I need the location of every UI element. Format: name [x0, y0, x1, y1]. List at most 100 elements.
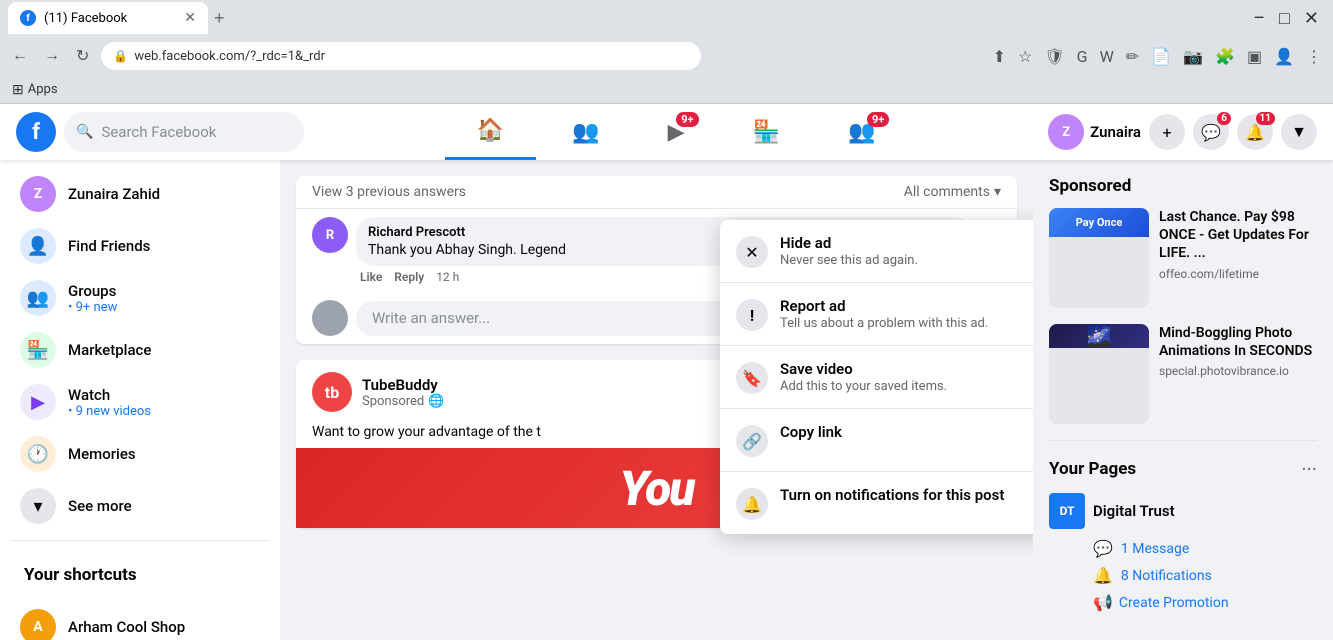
bookmark-icon[interactable]: ☆ [1015, 44, 1035, 69]
menu-icon[interactable]: ⋮ [1303, 44, 1325, 69]
fb-main: Z Zunaira Zahid 👤 Find Friends 👥 Groups … [0, 160, 1333, 640]
forward-button[interactable]: → [40, 43, 64, 69]
sidebar-item-groups[interactable]: 👥 Groups • 9+ new [8, 272, 272, 324]
sidebar-item-find-friends[interactable]: 👤 Find Friends [8, 220, 272, 272]
memories-sidebar-icon: 🕐 [20, 436, 56, 472]
groups-sublabel: • 9+ new [68, 300, 117, 315]
create-promotion-button[interactable]: 📢 Create Promotion [1049, 589, 1317, 616]
page-name-row[interactable]: DT Digital Trust [1049, 493, 1317, 529]
nav-groups[interactable]: 👥 9+ [816, 104, 907, 160]
friends-icon: 👥 [572, 120, 599, 145]
profile-icon[interactable]: 👤 [1271, 44, 1297, 69]
messenger-icon: 💬 [1201, 123, 1221, 142]
fb-nav: 🏠 👥 ▶ 9+ 🏪 👥 9+ [445, 104, 908, 160]
report-ad-icon: ! [736, 299, 768, 331]
address-bar[interactable]: 🔒 web.facebook.com/?_rdc=1&_rdr [101, 42, 701, 70]
reply-action[interactable]: Reply [394, 270, 424, 284]
all-comments-button[interactable]: All comments ▾ [904, 184, 1001, 200]
menu-item-report-ad[interactable]: ! Report ad Tell us about a problem with… [720, 287, 1033, 341]
maximize-button[interactable]: □ [1273, 6, 1296, 31]
page-message-action[interactable]: 💬 1 Message [1049, 535, 1317, 562]
find-friends-icon: 👤 [20, 228, 56, 264]
reload-button[interactable]: ↻ [72, 42, 93, 70]
ad-info-1: Last Chance. Pay $98 ONCE - Get Updates … [1159, 208, 1317, 308]
view-previous-answers[interactable]: View 3 previous answers [312, 184, 466, 200]
nav-friends[interactable]: 👥 [540, 104, 631, 160]
ad-title-2: Mind-Boggling Photo Animations In SECOND… [1159, 324, 1317, 360]
home-icon: 🏠 [477, 118, 504, 143]
notifications-menu-icon: 🔔 [736, 488, 768, 520]
url-text: web.facebook.com/?_rdc=1&_rdr [134, 49, 325, 64]
extension-doc-icon[interactable]: 📄 [1148, 44, 1174, 69]
right-sidebar-divider [1049, 440, 1317, 441]
close-button[interactable]: ✕ [1298, 6, 1325, 31]
nav-marketplace[interactable]: 🏪 [721, 104, 812, 160]
account-menu-button[interactable]: ▼ [1281, 114, 1317, 150]
extension-pen-icon[interactable]: ✏ [1123, 44, 1142, 69]
menu-item-copy-link[interactable]: 🔗 Copy link [720, 413, 1033, 467]
arham-label: Arham Cool Shop [68, 618, 185, 636]
extensions-icon[interactable]: 🧩 [1212, 44, 1238, 69]
extension-w-icon[interactable]: W [1097, 44, 1117, 69]
promotion-icon: 📢 [1093, 593, 1113, 612]
minimize-button[interactable]: – [1247, 6, 1271, 31]
menu-divider-2 [720, 345, 1033, 346]
notifications-button[interactable]: 🔔 11 [1237, 114, 1273, 150]
fb-logo[interactable]: f [16, 112, 56, 152]
messenger-badge: 6 [1217, 112, 1231, 125]
message-icon: 💬 [1093, 539, 1113, 558]
save-video-title: Save video [780, 360, 1033, 378]
split-view-icon[interactable]: ▣ [1244, 44, 1265, 69]
menu-item-notifications[interactable]: 🔔 Turn on notifications for this post [720, 476, 1033, 530]
back-button[interactable]: ← [8, 43, 32, 69]
browser-tab[interactable]: f (11) Facebook ✕ [8, 2, 208, 34]
nav-home[interactable]: 🏠 [445, 104, 536, 160]
sidebar-item-see-more[interactable]: ▾ See more [8, 480, 272, 532]
extension-shield-icon[interactable]: 🛡 [1041, 44, 1067, 69]
watch-badge: 9+ [676, 112, 698, 127]
messenger-button[interactable]: 💬 6 [1193, 114, 1229, 150]
bell-icon: 🔔 [1245, 123, 1265, 142]
fb-search-bar[interactable]: 🔍 Search Facebook [64, 112, 304, 152]
sidebar-item-watch[interactable]: ▶ Watch • 9 new videos [8, 376, 272, 428]
groups-label: Groups [68, 282, 117, 300]
right-sidebar: Sponsored Pay Once Last Chance. Pay $98 … [1033, 160, 1333, 640]
bookmarks-apps-item[interactable]: ⊞ Apps [12, 82, 58, 98]
header-profile[interactable]: Z Zunaira [1048, 114, 1141, 150]
menu-item-hide-ad[interactable]: ✕ Hide ad Never see this ad again. [720, 224, 1033, 278]
like-action[interactable]: Like [360, 270, 382, 284]
new-tab-button[interactable]: + [214, 8, 225, 29]
ad-item-1[interactable]: Pay Once Last Chance. Pay $98 ONCE - Get… [1049, 208, 1317, 308]
menu-divider-4 [720, 471, 1033, 472]
ad-image-2: 🌌 [1049, 324, 1149, 348]
sidebar-item-memories[interactable]: 🕐 Memories [8, 428, 272, 480]
hide-ad-subtitle: Never see this ad again. [780, 253, 1033, 268]
tubebuddy-logo: tb [312, 372, 352, 412]
ad-item-2[interactable]: 🌌 Mind-Boggling Photo Animations In SECO… [1049, 324, 1317, 424]
hide-ad-text: Hide ad Never see this ad again. [780, 234, 1033, 268]
extension-camera-icon[interactable]: 📷 [1180, 44, 1206, 69]
sidebar-item-profile[interactable]: Z Zunaira Zahid [8, 168, 272, 220]
share-icon[interactable]: ⬆ [990, 44, 1009, 69]
add-button[interactable]: + [1149, 114, 1185, 150]
your-pages-header: Your Pages ··· [1049, 457, 1317, 481]
ad-info-2: Mind-Boggling Photo Animations In SECOND… [1159, 324, 1317, 424]
comment-time: 12 h [436, 270, 459, 284]
tab-close-btn[interactable]: ✕ [184, 10, 196, 26]
preview-text: You [619, 460, 693, 517]
report-ad-subtitle: Tell us about a problem with this ad. [780, 316, 1033, 331]
create-promotion-label: Create Promotion [1119, 595, 1229, 611]
groups-badge: 9+ [867, 112, 889, 127]
shortcut-arham[interactable]: A Arham Cool Shop [8, 601, 272, 640]
ad-image-1: Pay Once [1049, 208, 1149, 237]
your-pages-more-button[interactable]: ··· [1301, 457, 1317, 481]
page-message-count: 1 Message [1121, 541, 1189, 557]
marketplace-label: Marketplace [68, 341, 151, 359]
page-notifications-action[interactable]: 🔔 8 Notifications [1049, 562, 1317, 589]
extension-g-icon[interactable]: G [1074, 44, 1091, 69]
menu-item-save-video[interactable]: 🔖 Save video Add this to your saved item… [720, 350, 1033, 404]
nav-watch[interactable]: ▶ 9+ [636, 104, 717, 160]
arham-avatar: A [20, 609, 56, 640]
sidebar-item-marketplace[interactable]: 🏪 Marketplace [8, 324, 272, 376]
bookmarks-bar: ⊞ Apps [0, 76, 1333, 104]
